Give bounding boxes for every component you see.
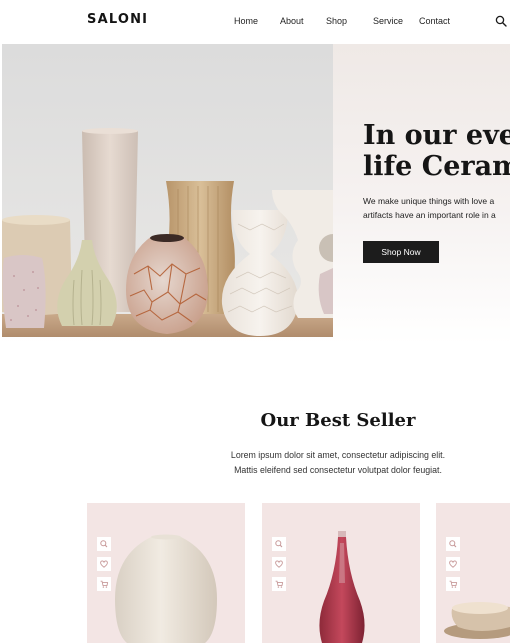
best-seller-description-line-2: Mattis eleifend sed consectetur volutpat… xyxy=(234,465,442,475)
hero-title: In our every life Cerami xyxy=(363,120,510,182)
hero-subtitle-line-1: We make unique things with love a xyxy=(363,196,495,206)
search-icon[interactable] xyxy=(272,537,286,551)
shop-now-button[interactable]: Shop Now xyxy=(363,241,439,263)
best-seller-description-line-1: Lorem ipsum dolor sit amet, consectetur … xyxy=(230,450,446,460)
cart-icon[interactable] xyxy=(446,577,460,591)
nav-service[interactable]: Service xyxy=(373,16,403,26)
hero-subtitle: We make unique things with love a artifa… xyxy=(363,195,496,222)
hero-section: In our every life Cerami We make unique … xyxy=(2,44,510,344)
card-action-icons xyxy=(97,537,111,597)
search-icon[interactable] xyxy=(446,537,460,551)
nav-contact[interactable]: Contact xyxy=(419,16,450,26)
product-card[interactable] xyxy=(436,503,510,643)
site-logo[interactable]: SALONI xyxy=(87,12,148,27)
product-card[interactable] xyxy=(87,503,245,643)
best-seller-title: Our Best Seller xyxy=(260,410,416,431)
heart-icon[interactable] xyxy=(97,557,111,571)
best-seller-description: Lorem ipsum dolor sit amet, consectetur … xyxy=(0,448,510,478)
card-action-icons xyxy=(272,537,286,597)
search-icon[interactable] xyxy=(97,537,111,551)
cart-icon[interactable] xyxy=(272,577,286,591)
site-header: SALONI Home About Shop Service Contact xyxy=(0,0,510,44)
product-card[interactable] xyxy=(262,503,420,643)
card-action-icons xyxy=(446,537,460,597)
heart-icon[interactable] xyxy=(272,557,286,571)
hero-vases-image xyxy=(2,44,333,337)
search-icon[interactable] xyxy=(495,15,507,27)
nav-home[interactable]: Home xyxy=(234,16,258,26)
hero-subtitle-line-2: artifacts have an important role in a xyxy=(363,209,496,220)
cart-icon[interactable] xyxy=(97,577,111,591)
hero-title-line-2: life Cerami xyxy=(363,151,510,182)
nav-about[interactable]: About xyxy=(280,16,304,26)
hero-title-line-1: In our every xyxy=(363,120,510,151)
nav-shop[interactable]: Shop xyxy=(326,16,347,26)
heart-icon[interactable] xyxy=(446,557,460,571)
